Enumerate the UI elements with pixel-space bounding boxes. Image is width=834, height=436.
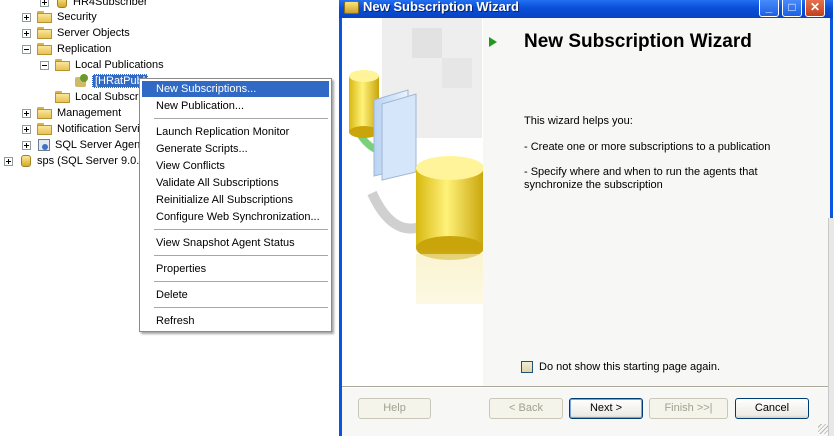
database-icon: [55, 0, 69, 9]
wizard-heading: New Subscription Wizard: [524, 31, 752, 52]
menu-separator: [154, 281, 328, 282]
cancel-button[interactable]: Cancel: [735, 398, 809, 419]
wizard-window: New Subscription Wizard _ □ ✕ New Subscr…: [339, 0, 833, 436]
tree-node-local-publications[interactable]: Local Publications: [40, 57, 164, 73]
do-not-show-checkbox-row[interactable]: Do not show this starting page again.: [521, 361, 720, 373]
tree-node-label: SQL Server Agen: [55, 139, 141, 151]
folder-icon: [37, 123, 53, 135]
expand-icon[interactable]: [40, 0, 49, 7]
tree-node-sql-server-agent[interactable]: SQL Server Agen: [22, 137, 140, 153]
play-arrow-icon: [489, 37, 497, 47]
maximize-button[interactable]: □: [782, 0, 802, 17]
do-not-show-label[interactable]: Do not show this starting page again.: [539, 361, 720, 373]
tree-node-management[interactable]: Management: [22, 105, 121, 121]
tree-node-local-subscriptions[interactable]: Local Subscri: [55, 89, 141, 105]
help-button[interactable]: Help: [358, 398, 431, 419]
expand-icon[interactable]: [22, 12, 31, 22]
context-menu: New Subscriptions... New Publication... …: [139, 78, 332, 332]
menu-separator: [154, 229, 328, 230]
expand-icon[interactable]: [22, 140, 31, 150]
database-illustration-icon: [342, 18, 484, 388]
menu-item-delete[interactable]: Delete: [142, 287, 329, 303]
menu-item-reinitialize-all-subscriptions[interactable]: Reinitialize All Subscriptions: [142, 192, 329, 208]
button-divider: [342, 386, 830, 388]
menu-item-new-subscriptions[interactable]: New Subscriptions...: [142, 81, 329, 97]
tree-node-notification-services[interactable]: Notification Servi: [22, 121, 140, 137]
menu-separator: [154, 118, 328, 119]
menu-item-properties[interactable]: Properties: [142, 261, 329, 277]
minimize-button[interactable]: _: [759, 0, 779, 17]
tree-node-label: Notification Servi: [57, 123, 140, 135]
tree-node-sps-server[interactable]: sps (SQL Server 9.0.: [4, 153, 139, 169]
close-button[interactable]: ✕: [805, 0, 825, 17]
back-button[interactable]: < Back: [489, 398, 563, 419]
resize-grip-icon[interactable]: [818, 424, 828, 434]
expand-icon[interactable]: [22, 124, 31, 134]
wizard-titlebar[interactable]: New Subscription Wizard _ □ ✕: [339, 0, 833, 18]
menu-separator: [154, 255, 328, 256]
publication-icon: [73, 74, 89, 88]
expand-icon[interactable]: [22, 108, 31, 118]
folder-icon: [55, 91, 71, 103]
menu-item-launch-replication-monitor[interactable]: Launch Replication Monitor: [142, 124, 329, 140]
next-button[interactable]: Next >: [569, 398, 643, 419]
tree-node-label: sps (SQL Server 9.0.: [37, 155, 140, 167]
tree-node-label: HR4Subscriber: [73, 0, 148, 8]
collapse-icon[interactable]: [40, 60, 49, 70]
do-not-show-checkbox[interactable]: [521, 361, 533, 373]
bullet-specify-agents: - Specify where and when to run the agen…: [524, 166, 758, 191]
tree-node-server-objects[interactable]: Server Objects: [22, 25, 130, 41]
tree-node-label: Replication: [57, 43, 112, 55]
menu-separator: [154, 307, 328, 308]
tree-node-label: Local Subscri: [75, 91, 142, 103]
tree-node-replication[interactable]: Replication: [22, 41, 111, 57]
folder-icon: [55, 59, 71, 71]
menu-item-generate-scripts[interactable]: Generate Scripts...: [142, 141, 329, 157]
finish-button[interactable]: Finish >>|: [649, 398, 728, 419]
folder-icon: [37, 11, 53, 23]
menu-item-new-publication[interactable]: New Publication...: [142, 98, 329, 114]
tree-node-security[interactable]: Security: [22, 9, 97, 25]
tree-node-label: Server Objects: [57, 27, 130, 39]
tree-node-label: Management: [57, 107, 122, 119]
folder-icon: [37, 43, 53, 55]
expand-icon[interactable]: [22, 28, 31, 38]
folder-icon: [37, 107, 53, 119]
agent-icon: [37, 138, 51, 152]
wizard-body: New Subscription Wizard This wizard help…: [342, 18, 830, 436]
menu-item-validate-all-subscriptions[interactable]: Validate All Subscriptions: [142, 175, 329, 191]
menu-item-refresh[interactable]: Refresh: [142, 313, 329, 329]
expand-icon[interactable]: [4, 156, 13, 166]
collapse-icon[interactable]: [22, 44, 31, 54]
background-scrollbar[interactable]: [828, 218, 834, 436]
tree-node-label: Local Publications: [75, 59, 164, 71]
window-title: New Subscription Wizard: [363, 0, 519, 14]
wizard-illustration: [342, 18, 484, 388]
intro-text: This wizard helps you:: [524, 115, 633, 127]
server-icon: [19, 154, 33, 168]
tree-node-label: Security: [57, 11, 97, 23]
folder-icon: [37, 27, 53, 39]
tree-node-publication[interactable]: [HRatPubl: [73, 73, 149, 89]
bullet-create-subscriptions: - Create one or more subscriptions to a …: [524, 141, 771, 153]
menu-item-view-snapshot-agent-status[interactable]: View Snapshot Agent Status: [142, 235, 329, 251]
menu-item-configure-web-synchronization[interactable]: Configure Web Synchronization...: [142, 209, 329, 225]
menu-item-view-conflicts[interactable]: View Conflicts: [142, 158, 329, 174]
app-icon: [344, 1, 359, 14]
